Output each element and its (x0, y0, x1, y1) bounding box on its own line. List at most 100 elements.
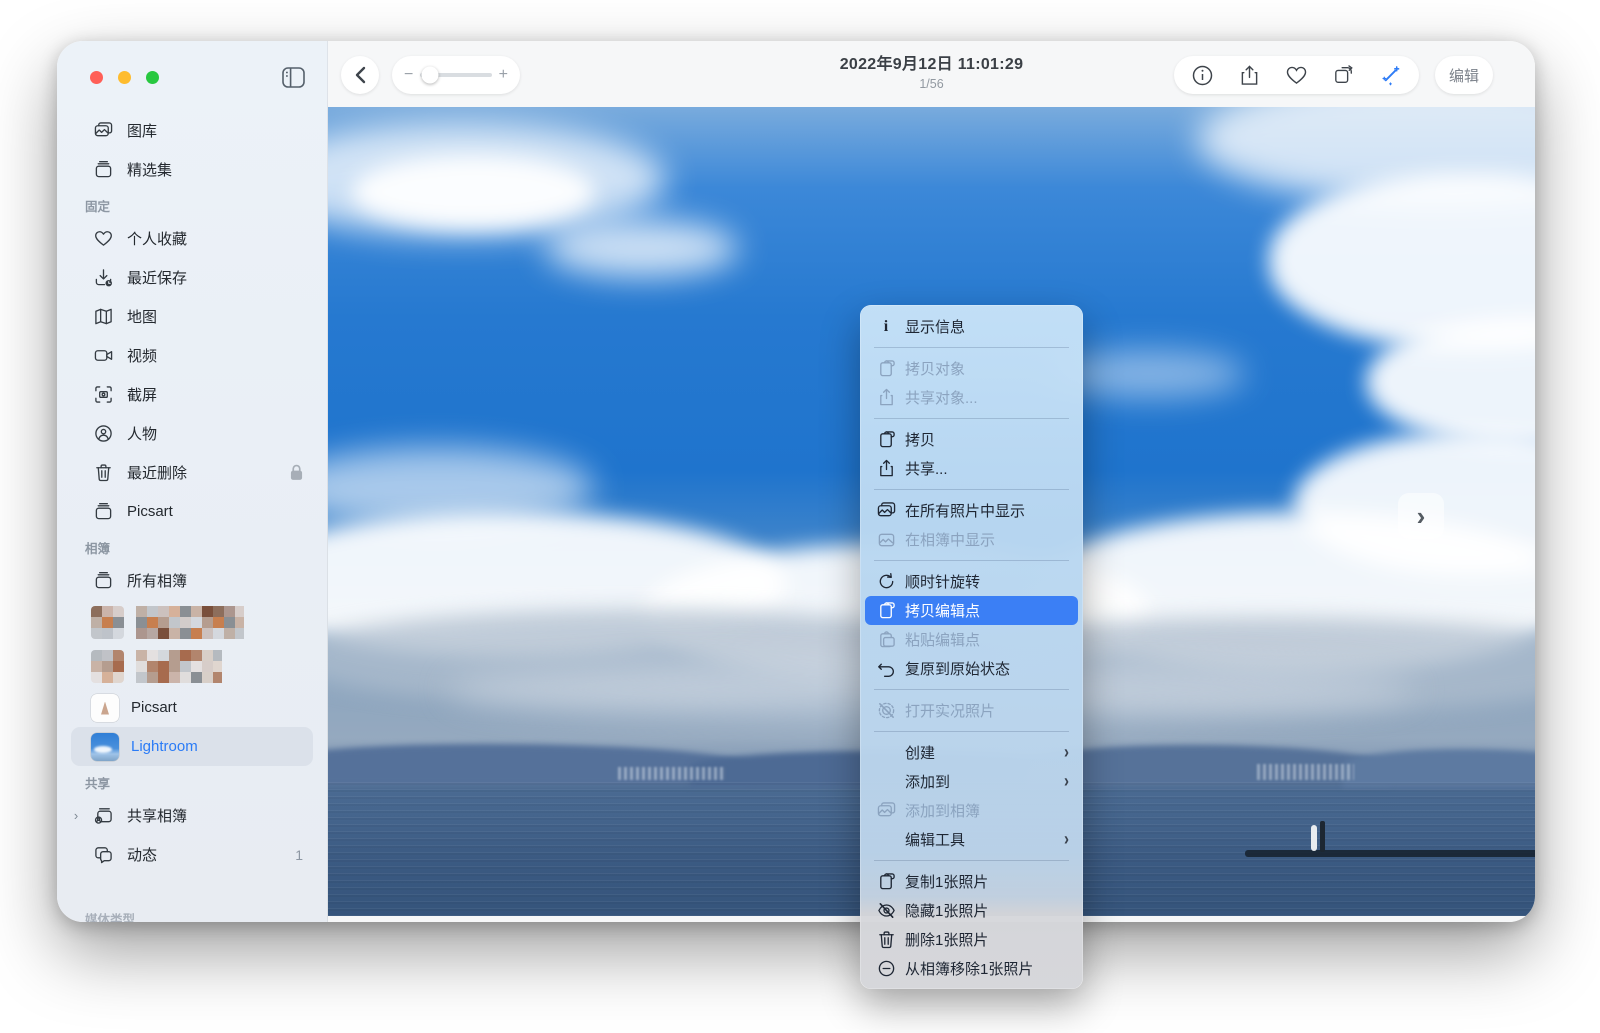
menu-item-label: 顺时针旋转 (905, 571, 980, 592)
map-icon (91, 305, 115, 329)
sidebar-item-recently-saved[interactable]: 最近保存 (71, 258, 313, 297)
menu-item-label: 编辑工具 (905, 829, 965, 850)
sidebar-item-lightroom-album[interactable]: Lightroom (71, 727, 313, 766)
menu-item-show-in-all-photos[interactable]: 在所有照片中显示 (865, 496, 1078, 525)
lightroom-album-thumbnail (91, 733, 119, 761)
info-icon: i (876, 318, 896, 336)
sidebar-item-videos[interactable]: 视频 (71, 336, 313, 375)
sidebar-toggle-icon[interactable] (282, 67, 305, 88)
menu-item-delete-photo[interactable]: 删除1张照片 (865, 925, 1078, 954)
videos-icon (91, 344, 115, 368)
submenu-chevron-icon: › (1064, 829, 1069, 850)
sidebar-item-label: 动态 (127, 844, 157, 865)
sidebar-item-recently-deleted[interactable]: 最近删除 (71, 453, 313, 492)
sidebar-item-label: Picsart (131, 699, 177, 716)
sidebar-item-shared-albums[interactable]: › 共享相簿 (71, 796, 313, 835)
zoom-out-label[interactable]: − (404, 66, 413, 84)
menu-item-hide-photo[interactable]: 隐藏1张照片 (865, 896, 1078, 925)
menu-item-revert-to-original[interactable]: 复原到原始状态 (865, 654, 1078, 683)
activity-badge: 1 (295, 847, 303, 863)
sidebar-item-label: 图库 (127, 120, 157, 141)
sidebar-item-picsart-pinned[interactable]: Picsart (71, 492, 313, 531)
menu-item-label: 打开实况照片 (905, 700, 995, 721)
menu-item-duplicate-photo[interactable]: 复制1张照片 (865, 867, 1078, 896)
menu-item-label: 拷贝 (905, 429, 935, 450)
sidebar-item-all-albums[interactable]: 所有相簿 (71, 561, 313, 600)
next-photo-button[interactable]: › (1398, 493, 1444, 539)
menu-item-add-to[interactable]: 添加到› (865, 767, 1078, 796)
menu-divider (874, 418, 1069, 419)
menu-item-share[interactable]: 共享... (865, 454, 1078, 483)
menu-item-show-info[interactable]: i 显示信息 (865, 312, 1078, 341)
photos-icon (876, 802, 896, 820)
menu-item-copy-edits[interactable]: 拷贝编辑点 (865, 596, 1078, 625)
sidebar-item-label: 个人收藏 (127, 228, 187, 249)
rotate-icon (876, 573, 896, 591)
rotate-icon[interactable] (1333, 65, 1354, 86)
sidebar-item-people[interactable]: 人物 (71, 414, 313, 453)
menu-item-show-in-album: 在相簿中显示 (865, 525, 1078, 554)
menu-item-copy[interactable]: 拷贝 (865, 425, 1078, 454)
share-icon (876, 460, 896, 478)
edit-button[interactable]: 编辑 (1435, 56, 1493, 94)
sidebar-item-label: 共享相簿 (127, 805, 187, 826)
menu-divider (874, 689, 1069, 690)
menu-divider (874, 489, 1069, 490)
album-icon (876, 531, 896, 549)
recently-saved-icon (91, 266, 115, 290)
library-icon (91, 119, 115, 143)
info-icon[interactable] (1192, 65, 1213, 86)
menu-item-label: 隐藏1张照片 (905, 900, 988, 921)
minuscircle-icon (876, 960, 896, 978)
sidebar-item-activity[interactable]: 动态 1 (71, 835, 313, 874)
sidebar-item-label: Lightroom (131, 738, 198, 755)
menu-item-label: 从相簿移除1张照片 (905, 958, 1033, 979)
menu-item-label: 显示信息 (905, 316, 965, 337)
sidebar-item-map[interactable]: 地图 (71, 297, 313, 336)
sidebar-item-library[interactable]: 图库 (71, 111, 313, 150)
sidebar-item-label: 最近删除 (127, 462, 187, 483)
eyeslash-icon (876, 902, 896, 920)
menu-divider (874, 731, 1069, 732)
menu-item-play-live-photo: 打开实况照片 (865, 696, 1078, 725)
menu-item-remove-from-album[interactable]: 从相簿移除1张照片 (865, 954, 1078, 983)
menu-item-label: 拷贝对象 (905, 358, 965, 379)
back-button[interactable] (341, 56, 379, 94)
sidebar-item-favorites[interactable]: 个人收藏 (71, 219, 313, 258)
zoom-slider-track[interactable] (420, 73, 491, 77)
clipboard-icon (876, 431, 896, 449)
close-button[interactable] (90, 71, 103, 84)
sidebar-item-picsart-album[interactable]: Picsart (71, 688, 313, 727)
zoom-slider-knob[interactable] (422, 67, 439, 84)
people-icon (91, 422, 115, 446)
censored-album-thumbnail (91, 650, 124, 683)
censored-album-name (136, 650, 222, 683)
favorite-icon[interactable] (1286, 65, 1307, 86)
trash-icon (876, 931, 896, 949)
censored-album-thumbnail (91, 606, 124, 639)
sidebar-item-censored-album-1[interactable] (71, 600, 313, 644)
share-icon[interactable] (1239, 65, 1260, 86)
auto-enhance-icon[interactable] (1380, 65, 1401, 86)
picsart-album-thumbnail (91, 694, 119, 722)
menu-item-create[interactable]: 创建› (865, 738, 1078, 767)
zoom-slider[interactable]: − + (392, 56, 520, 94)
menu-item-edit-tools[interactable]: 编辑工具 › (865, 825, 1078, 854)
menu-divider (874, 860, 1069, 861)
picsart-pinned-icon (91, 500, 115, 524)
photos-app-window: 图库精选集固定个人收藏最近保存地图视频截屏人物最近删除Picsart相簿所有相簿… (57, 41, 1535, 922)
menu-item-label: 复制1张照片 (905, 871, 988, 892)
sidebar-item-label: 视频 (127, 345, 157, 366)
zoom-in-label[interactable]: + (499, 66, 508, 84)
clipboard-icon (876, 873, 896, 891)
sidebar-item-screenshots[interactable]: 截屏 (71, 375, 313, 414)
zoom-button[interactable] (146, 71, 159, 84)
submenu-chevron-icon: › (1064, 742, 1069, 763)
sidebar-item-collections[interactable]: 精选集 (71, 150, 313, 189)
sidebar-item-censored-album-2[interactable] (71, 644, 313, 688)
disclosure-chevron-icon[interactable]: › (69, 808, 83, 823)
menu-item-rotate-clockwise[interactable]: 顺时针旋转 (865, 567, 1078, 596)
menu-divider (874, 347, 1069, 348)
sidebar-item-label: 截屏 (127, 384, 157, 405)
minimize-button[interactable] (118, 71, 131, 84)
